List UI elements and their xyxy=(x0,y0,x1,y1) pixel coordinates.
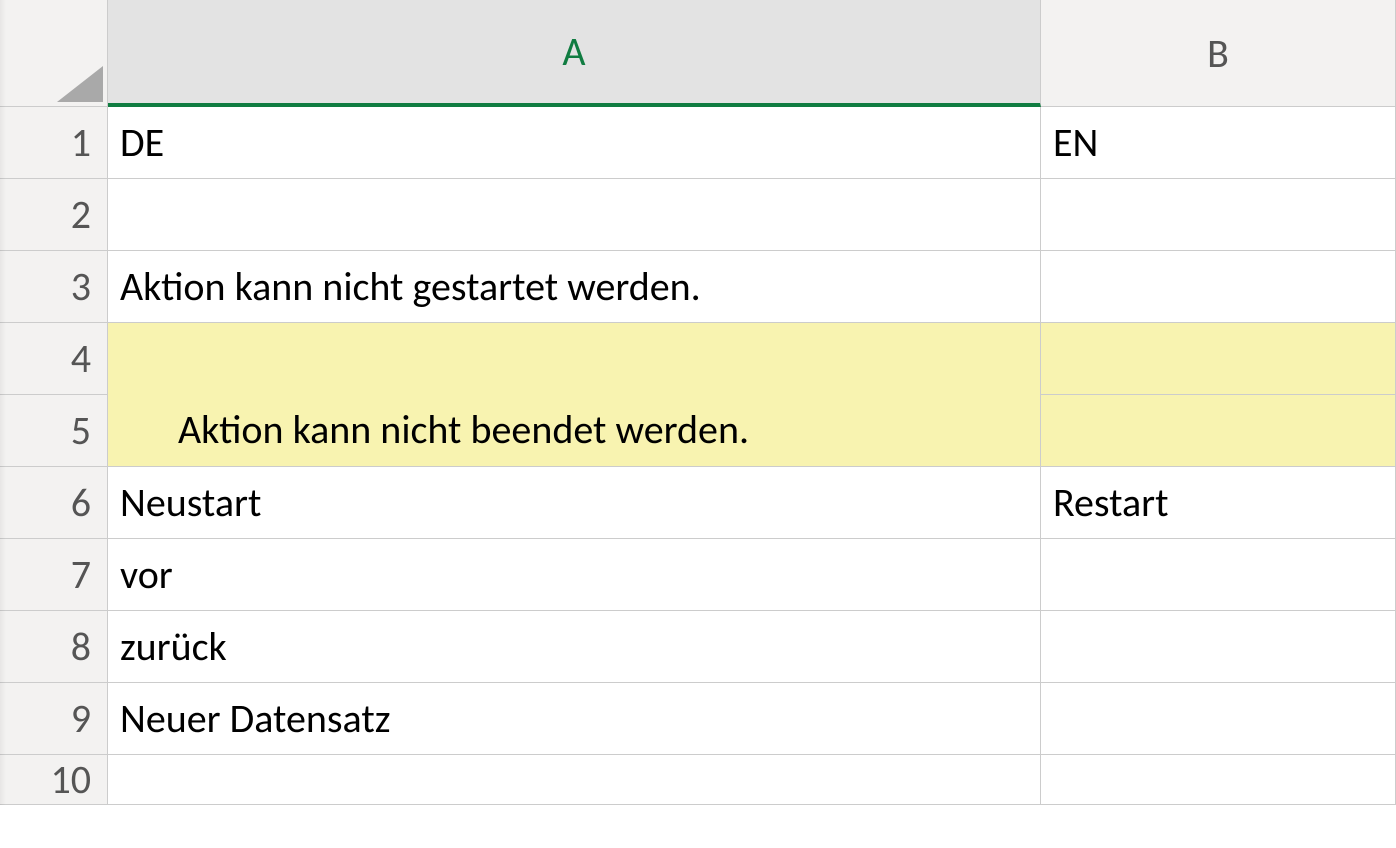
cell-b8[interactable] xyxy=(1041,611,1396,683)
row-header-7[interactable]: 7 xyxy=(0,539,108,611)
row-header-3[interactable]: 3 xyxy=(0,251,108,323)
cell-b5[interactable] xyxy=(1041,395,1396,467)
cell-a10[interactable] xyxy=(108,755,1041,805)
column-header-a[interactable]: A xyxy=(108,0,1041,107)
cell-a1[interactable]: DE xyxy=(108,107,1041,179)
cell-b9[interactable] xyxy=(1041,683,1396,755)
cell-b1[interactable]: EN xyxy=(1041,107,1396,179)
column-header-b[interactable]: B xyxy=(1041,0,1396,107)
spreadsheet-grid: A B 1 DE EN 2 3 Aktion kann nicht gestar… xyxy=(0,0,1396,805)
cell-a2[interactable] xyxy=(108,179,1041,251)
cell-b6[interactable]: Restart xyxy=(1041,467,1396,539)
cell-b2[interactable] xyxy=(1041,179,1396,251)
row-header-5[interactable]: 5 xyxy=(0,395,108,467)
cell-a7[interactable]: vor xyxy=(108,539,1041,611)
cell-b10[interactable] xyxy=(1041,755,1396,805)
cell-b7[interactable] xyxy=(1041,539,1396,611)
cell-a6[interactable]: Neustart xyxy=(108,467,1041,539)
cell-a4-a5-merged[interactable]: Aktion kann nicht beendet werden. xyxy=(108,323,1041,467)
row-header-6[interactable]: 6 xyxy=(0,467,108,539)
row-header-10[interactable]: 10 xyxy=(0,755,108,805)
select-all-corner[interactable] xyxy=(0,0,108,107)
cell-a8[interactable]: zurück xyxy=(108,611,1041,683)
cell-b4[interactable] xyxy=(1041,323,1396,395)
row-header-8[interactable]: 8 xyxy=(0,611,108,683)
row-header-4[interactable]: 4 xyxy=(0,323,108,395)
row-header-9[interactable]: 9 xyxy=(0,683,108,755)
row-header-2[interactable]: 2 xyxy=(0,179,108,251)
cell-a3[interactable]: Aktion kann nicht gestartet werden. xyxy=(108,251,1041,323)
cell-a9[interactable]: Neuer Datensatz xyxy=(108,683,1041,755)
cell-b3[interactable] xyxy=(1041,251,1396,323)
row-header-1[interactable]: 1 xyxy=(0,107,108,179)
